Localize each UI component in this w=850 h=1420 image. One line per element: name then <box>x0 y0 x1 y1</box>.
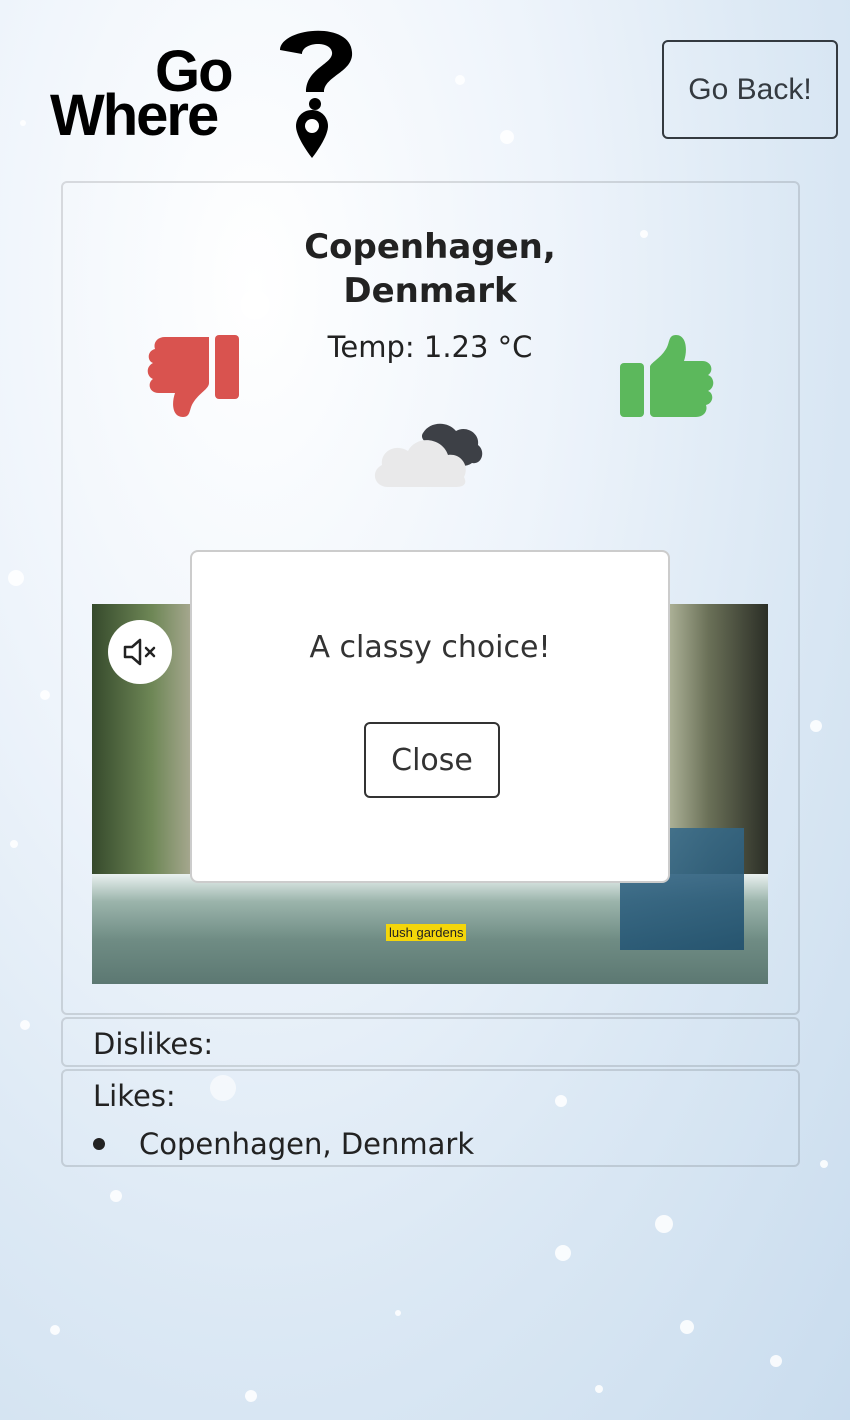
liked-destination: Copenhagen, Denmark <box>139 1127 475 1161</box>
likes-card: Likes: Copenhagen, Denmark <box>61 1069 800 1167</box>
logo-text-where: Where <box>50 83 219 148</box>
country-name: Denmark <box>343 271 517 311</box>
thumbs-up-icon[interactable] <box>618 333 718 419</box>
map-pin-icon <box>296 110 328 158</box>
likes-title: Likes: <box>93 1079 176 1113</box>
mute-button[interactable] <box>108 620 172 684</box>
destination-title: Copenhagen, Denmark <box>300 225 560 313</box>
temperature-text: Temp: 1.23 °C <box>327 330 533 364</box>
mute-icon <box>123 638 156 666</box>
choice-modal: A classy choice! Close <box>190 550 670 883</box>
bullet <box>93 1138 105 1150</box>
question-mark-icon <box>280 30 353 110</box>
thumbs-down-icon[interactable] <box>143 333 241 419</box>
city-name: Copenhagen, <box>304 227 556 267</box>
modal-message: A classy choice! <box>309 630 551 665</box>
go-back-button[interactable]: Go Back! <box>662 40 838 139</box>
list-item: Copenhagen, Denmark <box>63 1121 798 1165</box>
close-button[interactable]: Close <box>364 722 500 798</box>
gowhere-logo: Go Where <box>50 20 360 165</box>
dislikes-card: Dislikes: <box>61 1017 800 1067</box>
video-caption: lush gardens <box>386 924 467 941</box>
dislikes-title: Dislikes: <box>93 1027 214 1061</box>
cloud-night-icon <box>374 423 483 487</box>
